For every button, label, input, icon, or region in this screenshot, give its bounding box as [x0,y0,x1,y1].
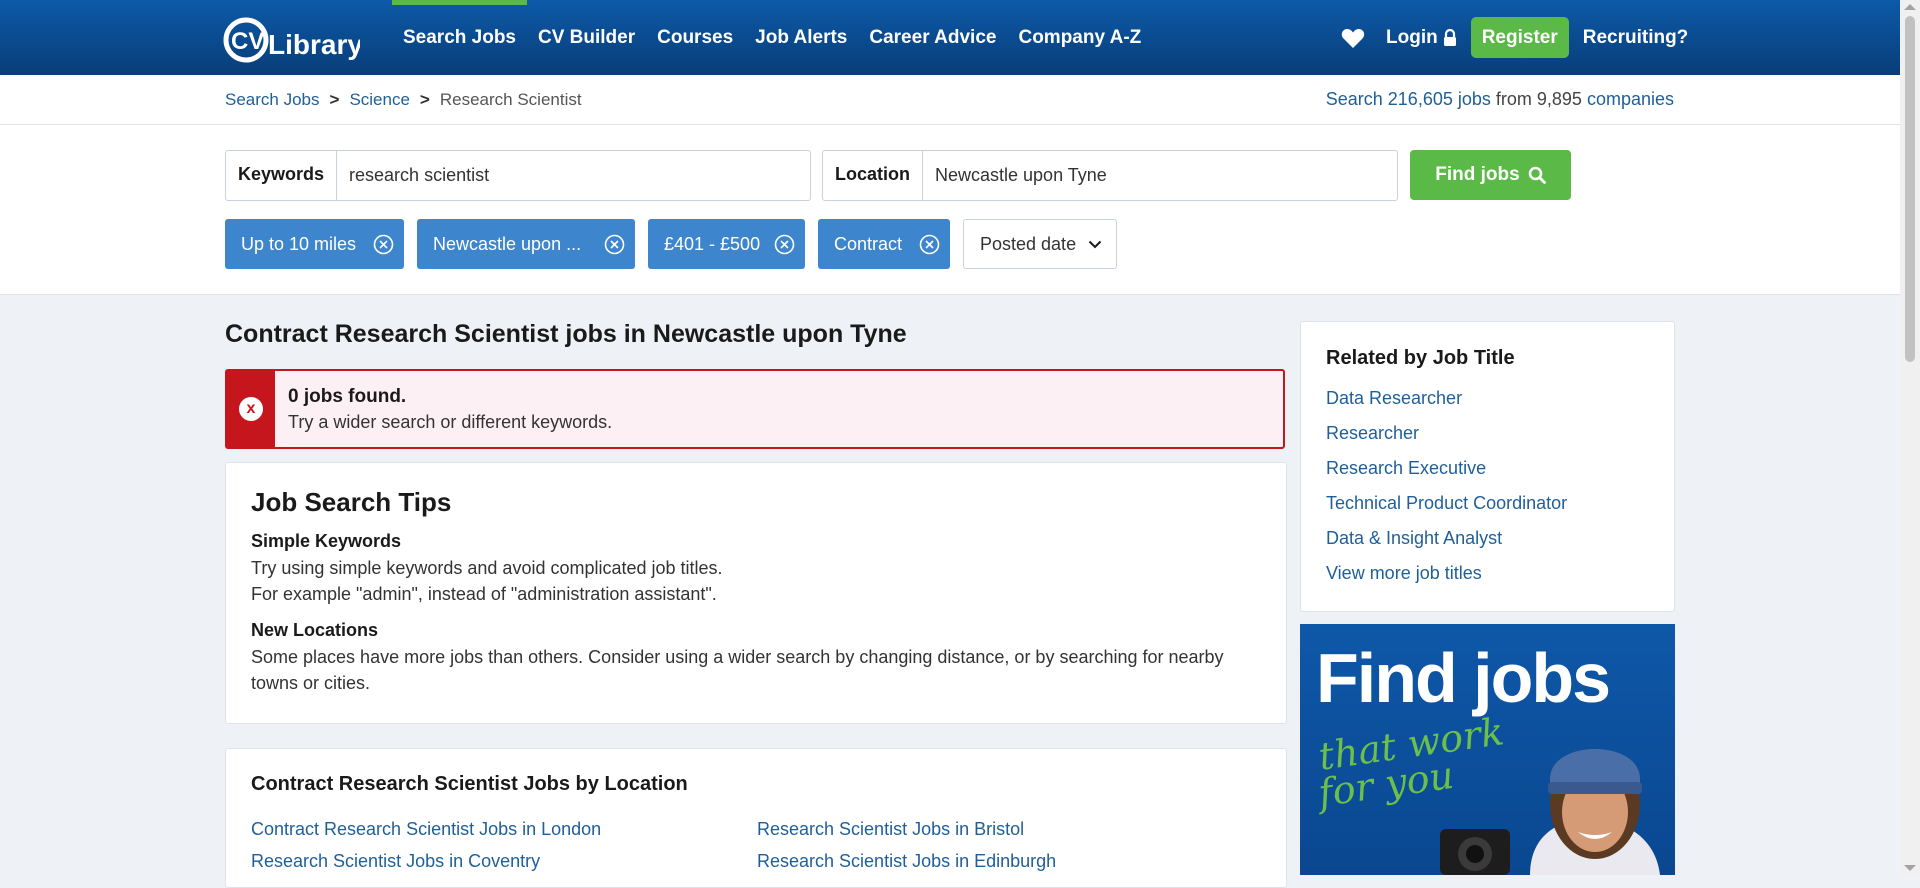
no-results-alert: x 0 jobs found. Try a wider search or di… [225,369,1285,449]
close-circle-icon[interactable] [919,234,940,255]
stats-jobs-link[interactable]: 216,605 jobs [1388,89,1491,109]
location-link[interactable]: Contract Research Scientist Jobs in Lond… [251,819,601,840]
alert-text: Try a wider search or different keywords… [288,412,613,432]
tip-heading: Simple Keywords [251,531,402,551]
tip-text: Some places have more jobs than others. … [251,647,1224,693]
search-icon [1528,166,1546,184]
scrollbar-thumb[interactable] [1905,16,1915,362]
ad-photo-person [1440,749,1660,875]
stats-prefix[interactable]: Search [1326,89,1383,109]
login-label: Login [1386,26,1438,48]
location-label: Location [823,151,923,200]
stats-companies-link[interactable]: companies [1587,89,1674,109]
breadcrumb-separator: > [419,90,430,109]
page-title: Contract Research Scientist jobs in Newc… [225,320,907,348]
tip-text: For example "admin", instead of "adminis… [251,584,717,604]
lock-icon [1443,28,1456,46]
filter-chip-salary[interactable]: £401 - £500 [648,219,805,269]
search-panel: Keywords Location Find jobs Up to 10 mil… [0,125,1900,295]
heart-icon[interactable] [1340,27,1366,49]
recruiting-link[interactable]: Recruiting? [1583,27,1689,49]
breadcrumb-search-jobs[interactable]: Search Jobs [225,90,320,110]
close-circle-icon[interactable] [604,234,625,255]
filter-chip-distance[interactable]: Up to 10 miles [225,219,404,269]
keywords-input[interactable] [337,151,810,200]
location-link[interactable]: Research Scientist Jobs in Coventry [251,851,540,872]
breadcrumb-separator: > [329,90,340,109]
header-actions: Login Register Recruiting? [1340,0,1688,75]
posted-date-dropdown[interactable]: Posted date [963,219,1117,269]
filter-chip-label: £401 - £500 [664,233,761,254]
keywords-label: Keywords [226,151,338,200]
posted-date-label: Posted date [980,233,1077,254]
view-more-job-titles-link[interactable]: View more job titles [1326,563,1482,584]
alert-side-bar: x [227,371,275,447]
filter-chip-job-type[interactable]: Contract [818,219,950,269]
page-scrollbar[interactable] [1900,0,1920,875]
error-icon: x [239,397,263,421]
nav-job-alerts[interactable]: Job Alerts [744,0,858,75]
find-jobs-button[interactable]: Find jobs [1410,150,1571,200]
scroll-up-arrow-icon[interactable] [1904,4,1916,10]
related-link[interactable]: Technical Product Coordinator [1326,493,1567,514]
related-link[interactable]: Data & Insight Analyst [1326,528,1502,549]
tip-text: Try using simple keywords and avoid comp… [251,558,723,578]
site-header: CV Library Search Jobs CV Builder Course… [0,0,1900,75]
related-link[interactable]: Researcher [1326,423,1419,444]
nav-search-jobs[interactable]: Search Jobs [392,0,527,75]
chevron-down-icon [1088,240,1102,248]
site-stats: Search 216,605 jobs from 9,895 companies [1326,89,1674,110]
nav-career-advice[interactable]: Career Advice [858,0,1007,75]
alert-title: 0 jobs found. [288,386,407,407]
svg-text:CV: CV [231,28,264,55]
breadcrumb-current: Research Scientist [439,90,582,109]
related-link[interactable]: Data Researcher [1326,388,1462,409]
breadcrumb-bar: Search Jobs > Science > Research Scienti… [0,75,1900,125]
by-location-title: Contract Research Scientist Jobs by Loca… [251,773,688,795]
breadcrumb: Search Jobs > Science > Research Scienti… [225,90,582,110]
close-circle-icon[interactable] [774,234,795,255]
nav-company-a-z[interactable]: Company A-Z [1007,0,1152,75]
scroll-down-arrow-icon[interactable] [1904,865,1916,871]
location-input[interactable] [923,151,1397,200]
breadcrumb-science[interactable]: Science [349,90,409,110]
related-title: Related by Job Title [1326,347,1515,369]
close-circle-icon[interactable] [373,234,394,255]
register-button[interactable]: Register [1470,17,1569,58]
job-search-tips-card: Job Search Tips Simple Keywords Try usin… [225,462,1287,724]
location-link[interactable]: Research Scientist Jobs in Bristol [757,819,1024,840]
filter-chip-label: Contract [834,233,903,254]
jobs-by-location-card: Contract Research Scientist Jobs by Loca… [225,748,1287,888]
location-field: Location [822,150,1398,201]
ad-headline: Find jobs [1316,639,1611,717]
filter-chip-label: Newcastle upon ... [433,233,582,254]
tips-title: Job Search Tips [251,487,452,517]
location-link[interactable]: Research Scientist Jobs in Edinburgh [757,851,1056,872]
svg-text:Library: Library [268,29,360,60]
filter-chip-location[interactable]: Newcastle upon ... [417,219,635,269]
advert-banner[interactable]: Find jobs that work for you [1300,624,1675,875]
login-link[interactable]: Login [1386,27,1457,49]
tip-heading: New Locations [251,620,379,640]
related-link[interactable]: Research Executive [1326,458,1486,479]
stats-mid: from 9,895 [1495,89,1582,109]
cv-library-logo[interactable]: CV Library [222,12,360,64]
find-jobs-label: Find jobs [1435,164,1520,185]
nav-cv-builder[interactable]: CV Builder [527,0,646,75]
keywords-field: Keywords [225,150,811,201]
related-job-titles-card: Related by Job Title Data Researcher Res… [1300,321,1675,612]
nav-courses[interactable]: Courses [646,0,744,75]
main-nav: Search Jobs CV Builder Courses Job Alert… [392,0,1152,75]
filter-chip-label: Up to 10 miles [241,233,357,254]
